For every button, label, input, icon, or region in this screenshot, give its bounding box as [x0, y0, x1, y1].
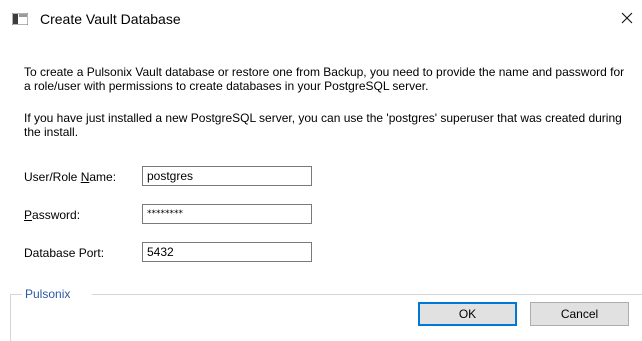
username-value: postgres	[147, 169, 194, 183]
title-bar: Create Vault Database	[0, 0, 642, 36]
username-input[interactable]: postgres	[142, 166, 312, 186]
intro-paragraph-2: If you have just installed a new Postgre…	[24, 111, 622, 139]
password-value: ********	[147, 209, 183, 219]
cancel-button[interactable]: Cancel	[530, 302, 629, 326]
password-input[interactable]: ********	[142, 204, 312, 224]
pulsonix-group-border	[0, 294, 642, 295]
create-vault-database-dialog: Create Vault Database To create a Pulson…	[0, 0, 642, 341]
group-left-edge	[10, 294, 11, 341]
database-port-input[interactable]: 5432	[142, 242, 312, 262]
password-label: Password:	[24, 208, 81, 222]
close-button[interactable]	[612, 4, 642, 34]
app-window-icon	[11, 12, 29, 26]
database-port-label: Database Port:	[24, 246, 105, 260]
pulsonix-group-label: Pulsonix	[23, 287, 73, 301]
intro-paragraph-1: To create a Pulsonix Vault database or r…	[24, 65, 625, 93]
ok-button[interactable]: OK	[418, 302, 517, 326]
username-label: User/Role Name:	[24, 170, 117, 184]
database-port-value: 5432	[147, 245, 174, 259]
window-title: Create Vault Database	[40, 11, 181, 27]
close-icon	[621, 12, 633, 27]
